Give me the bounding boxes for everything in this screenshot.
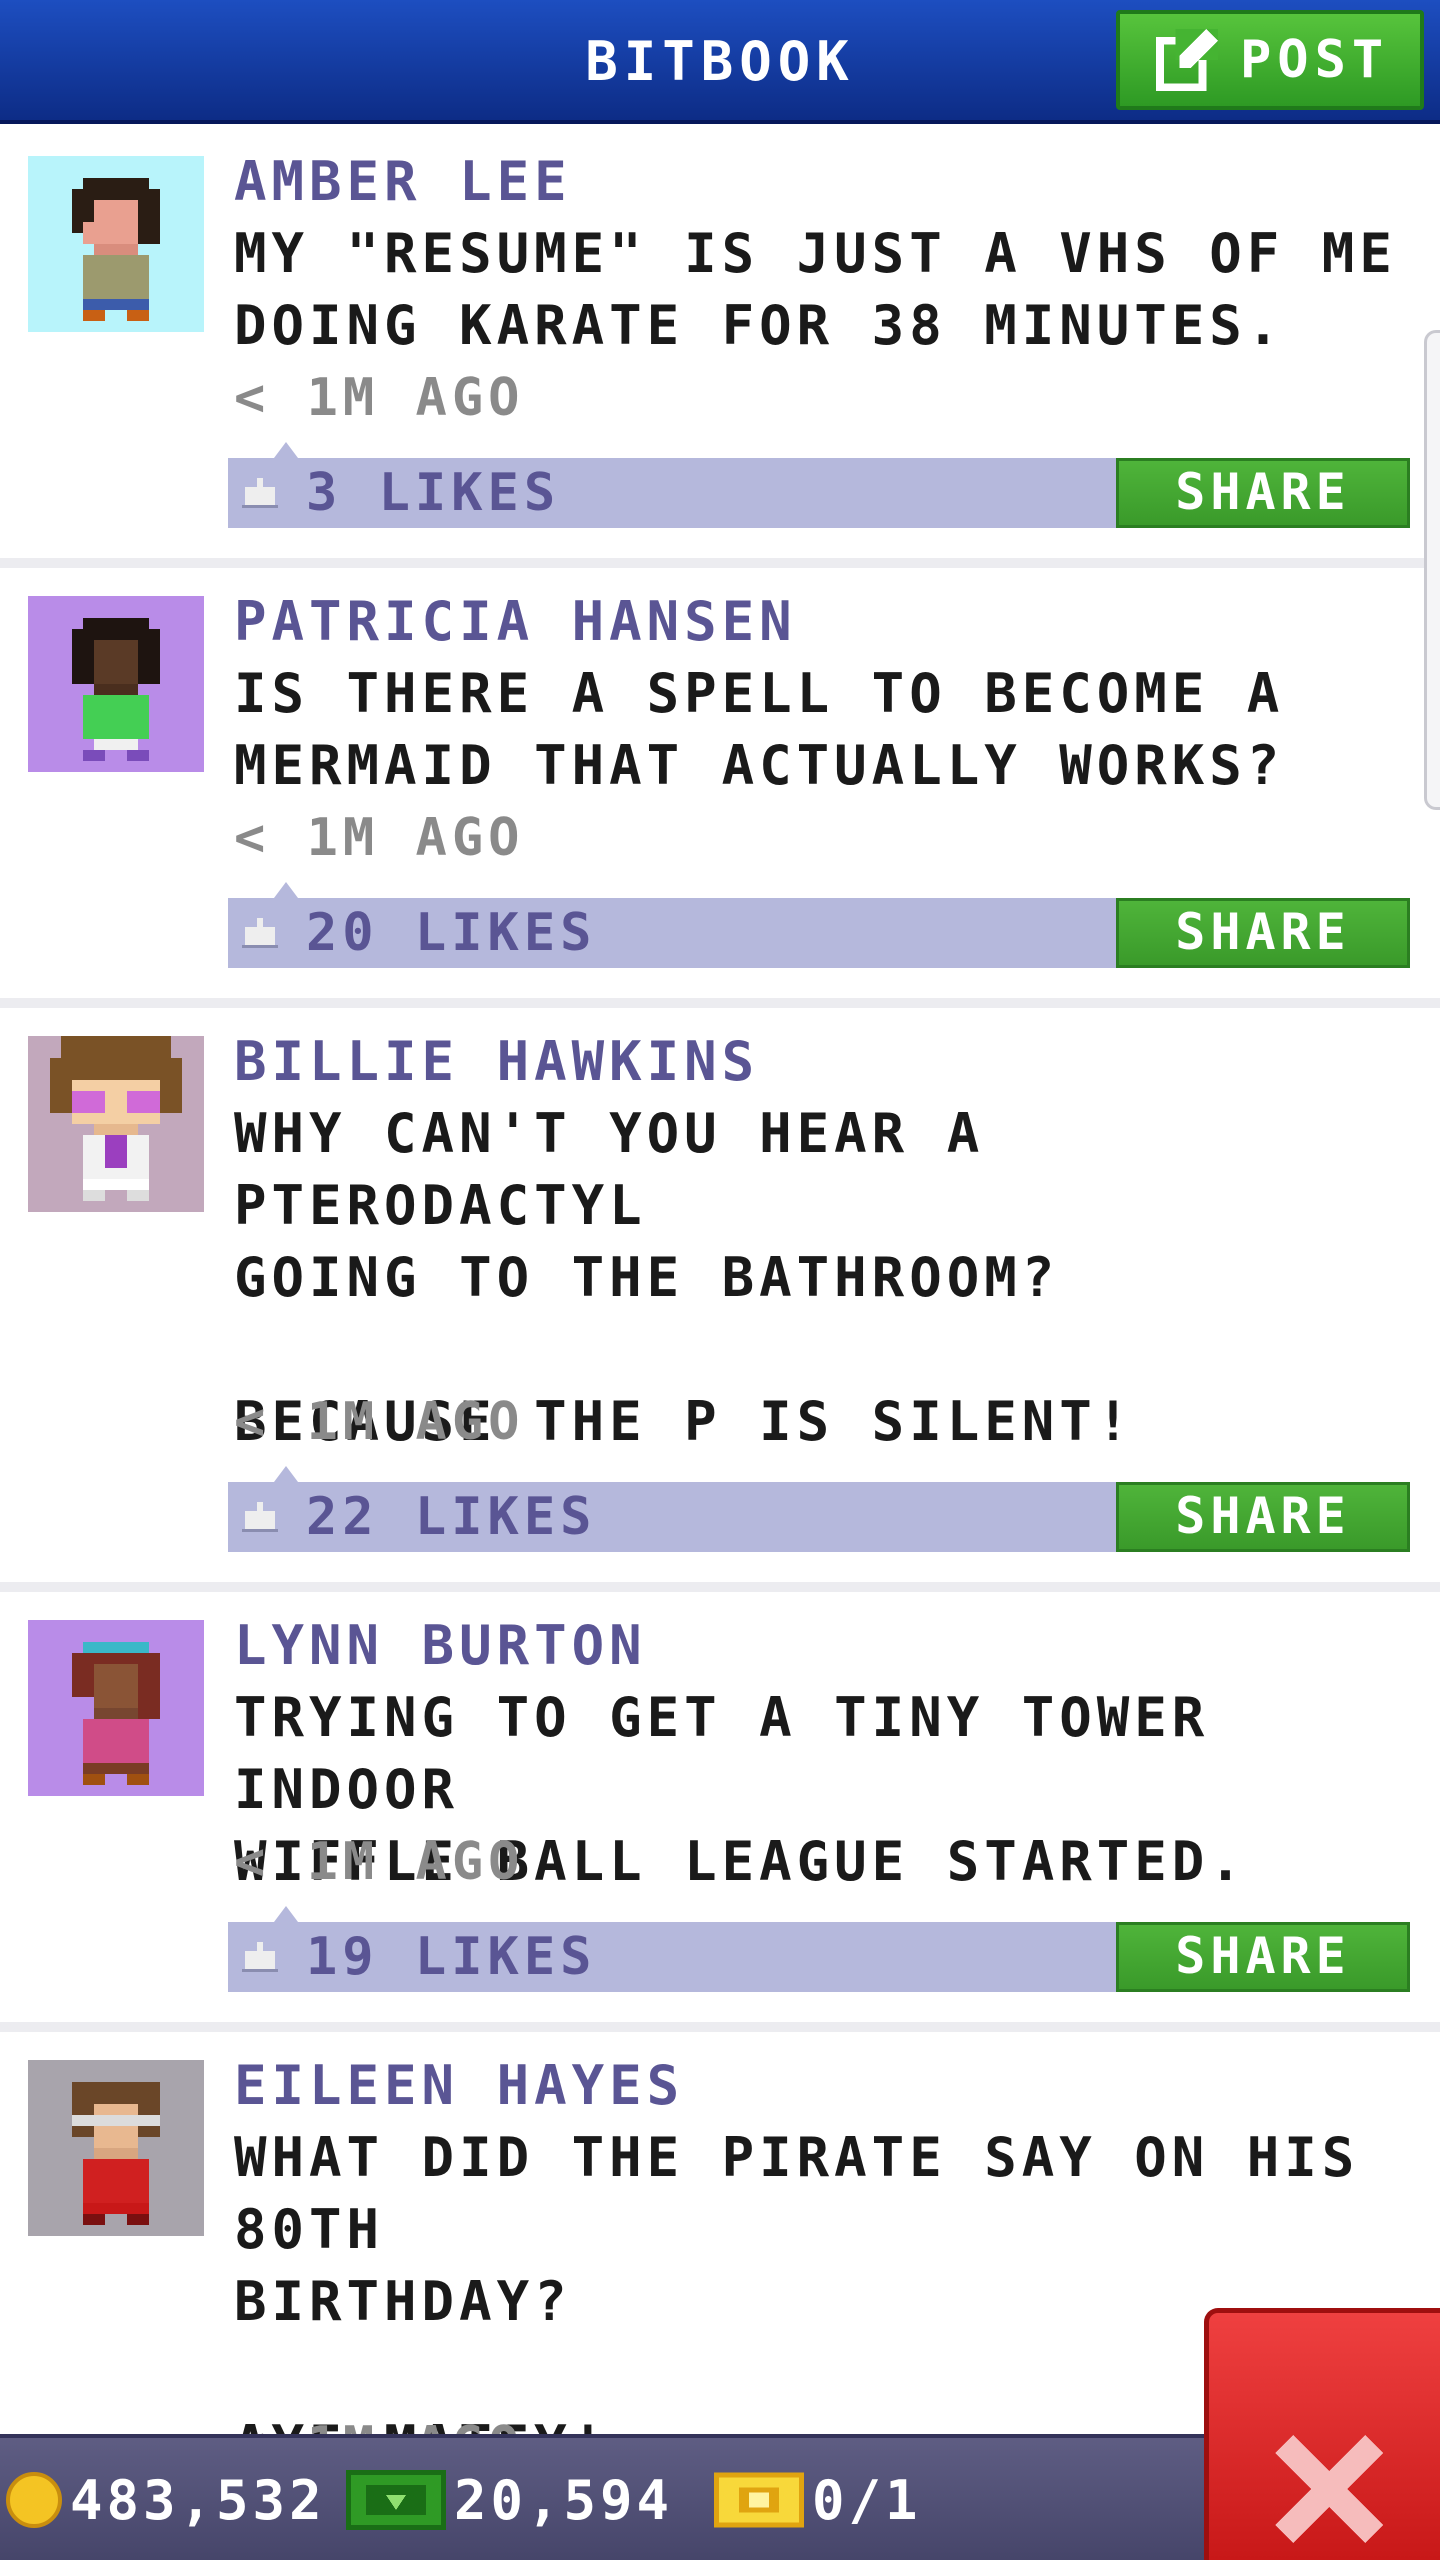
bux-icon — [346, 2470, 446, 2530]
close-button[interactable] — [1204, 2308, 1440, 2560]
like-bar-notch — [274, 1466, 298, 1482]
like-bar-notch — [274, 882, 298, 898]
post-time: < 1M AGO — [234, 1392, 525, 1452]
bux-stat: 20,594 — [346, 2462, 673, 2538]
post-card: BILLIE HAWKINS WHY CAN'T YOU HEAR A PTER… — [0, 1008, 1440, 1592]
post-button-label: POST — [1240, 30, 1390, 90]
thumbs-up-icon — [242, 1942, 278, 1972]
like-count: 3 LIKES — [306, 463, 561, 523]
like-count: 19 LIKES — [306, 1927, 597, 1987]
avatar[interactable] — [28, 1036, 204, 1212]
post-author[interactable]: BILLIE HAWKINS — [234, 1028, 759, 1096]
post-author[interactable]: AMBER LEE — [234, 148, 572, 216]
scrollbar[interactable] — [1424, 330, 1440, 810]
post-time: < 1M AGO — [234, 368, 525, 428]
post-body: MY "RESUME" IS JUST A VHS OF ME DOING KA… — [234, 222, 1397, 357]
share-button[interactable]: SHARE — [1116, 1922, 1410, 1992]
like-bar[interactable]: 19 LIKES SHARE — [228, 1906, 1410, 1992]
avatar[interactable] — [28, 156, 204, 332]
share-button[interactable]: SHARE — [1116, 1482, 1410, 1552]
compose-icon — [1156, 29, 1218, 91]
post-card: LYNN BURTON TRYING TO GET A TINY TOWER I… — [0, 1592, 1440, 2032]
like-bar-notch — [274, 1906, 298, 1922]
coins-value: 483,532 — [70, 2468, 326, 2532]
share-button[interactable]: SHARE — [1116, 898, 1410, 968]
post-time: < 1M AGO — [234, 1832, 525, 1892]
thumbs-up-icon — [242, 478, 278, 508]
close-icon — [1275, 2435, 1383, 2543]
like-count: 22 LIKES — [306, 1487, 597, 1547]
post-time: < 1M AGO — [234, 2412, 524, 2434]
like-bar-notch — [274, 442, 298, 458]
avatar[interactable] — [28, 1620, 204, 1796]
bux-value: 20,594 — [454, 2468, 674, 2532]
like-bar[interactable]: 22 LIKES SHARE — [228, 1466, 1410, 1552]
post-time: < 1M AGO — [234, 808, 525, 868]
coin-icon — [6, 2472, 62, 2528]
post-author[interactable]: EILEEN HAYES — [234, 2052, 684, 2120]
avatar[interactable] — [28, 2060, 204, 2236]
like-bar[interactable]: 20 LIKES SHARE — [228, 882, 1410, 968]
thumbs-up-icon — [242, 918, 278, 948]
tickets-value: 0/1 — [812, 2468, 922, 2532]
like-count: 20 LIKES — [306, 903, 597, 963]
post-button[interactable]: POST — [1116, 10, 1424, 110]
post-author[interactable]: LYNN BURTON — [234, 1612, 647, 1680]
feed[interactable]: AMBER LEE MY "RESUME" IS JUST A VHS OF M… — [0, 128, 1440, 2434]
avatar[interactable] — [28, 596, 204, 772]
top-bar: BITBOOK POST — [0, 0, 1440, 124]
post-card: AMBER LEE MY "RESUME" IS JUST A VHS OF M… — [0, 128, 1440, 568]
post-body: IS THERE A SPELL TO BECOME A MERMAID THA… — [234, 662, 1285, 797]
thumbs-up-icon — [242, 1502, 278, 1532]
ticket-icon — [714, 2472, 804, 2528]
coins-stat: 483,532 — [6, 2462, 326, 2538]
tickets-stat: 0/1 — [714, 2462, 922, 2538]
share-button[interactable]: SHARE — [1116, 458, 1410, 528]
like-bar[interactable]: 3 LIKES SHARE — [228, 442, 1410, 528]
post-card: PATRICIA HANSEN IS THERE A SPELL TO BECO… — [0, 568, 1440, 1008]
post-author[interactable]: PATRICIA HANSEN — [234, 588, 797, 656]
